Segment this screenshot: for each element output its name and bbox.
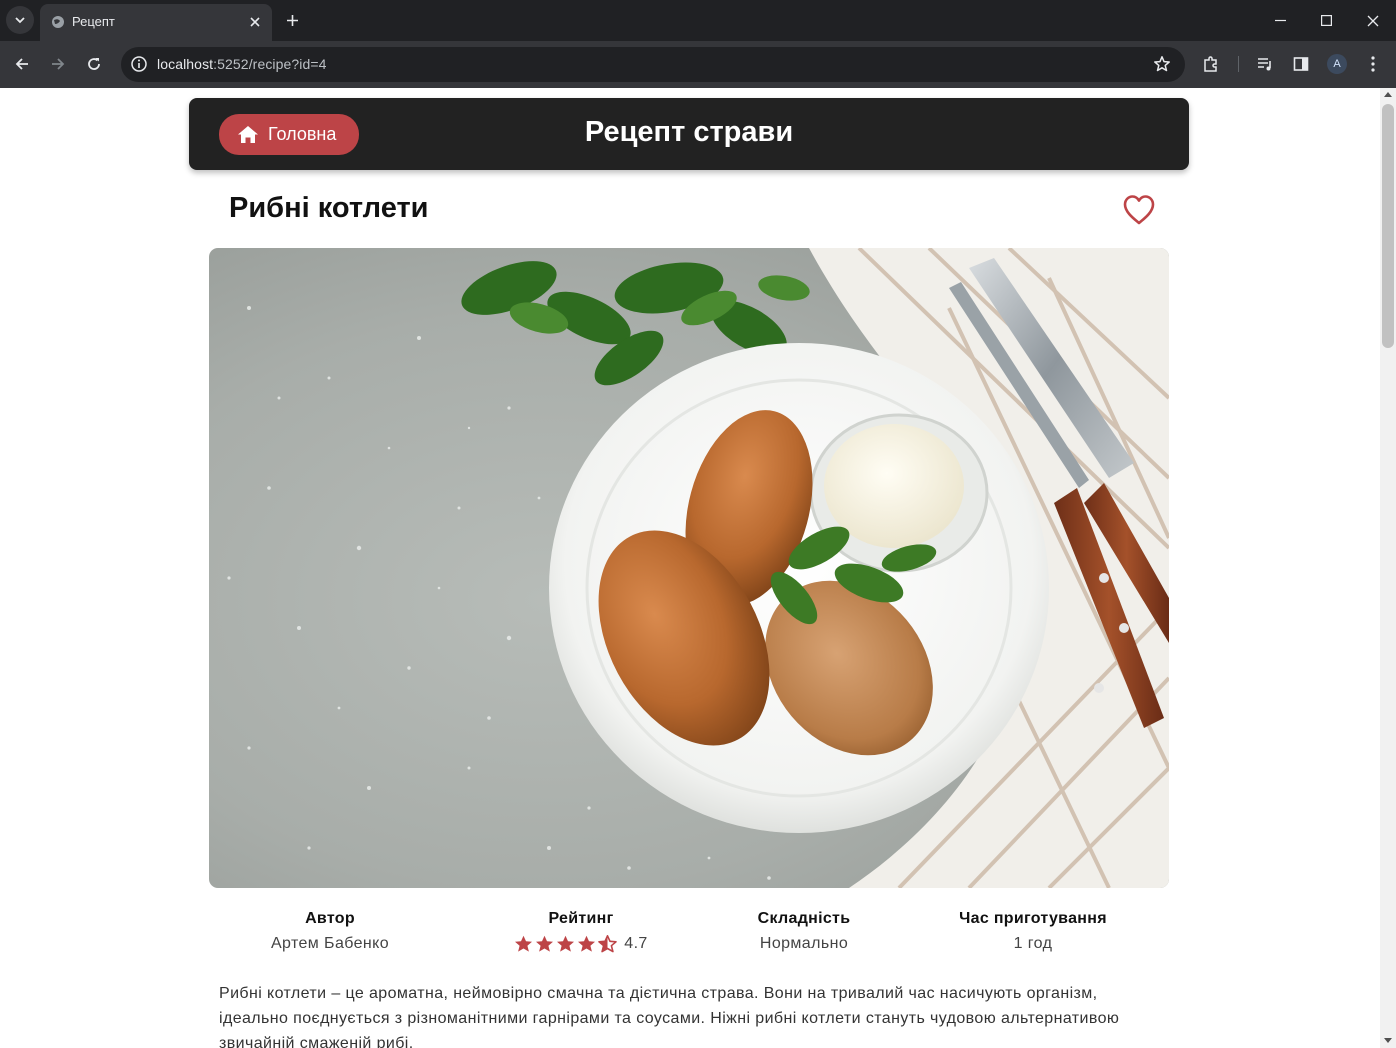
difficulty-value: Нормально	[759, 935, 849, 952]
favorite-button[interactable]	[1122, 194, 1156, 226]
scroll-down-arrow[interactable]	[1384, 1038, 1392, 1043]
header-title: Рецепт страви	[584, 116, 794, 148]
browser-tab-bar: Рецепт	[0, 0, 1396, 41]
maximize-button[interactable]	[1303, 0, 1349, 41]
page-viewport: Головна Рецепт страви Рибні котлети Авто…	[0, 88, 1380, 1048]
rating-number: 4.7	[624, 935, 648, 952]
side-panel-icon	[1293, 57, 1309, 71]
tab-title: Рецепт	[72, 14, 115, 29]
rating-stars	[514, 935, 618, 953]
browser-toolbar: localhost:5252/recipe?id=4 A	[0, 41, 1396, 88]
minimize-button[interactable]	[1257, 0, 1303, 41]
page-scrollbar[interactable]	[1380, 88, 1396, 1048]
address-bar[interactable]: localhost:5252/recipe?id=4	[121, 47, 1185, 82]
more-vert-icon	[1371, 56, 1375, 72]
tab-close-button[interactable]	[246, 13, 264, 31]
heart-outline-icon	[1123, 195, 1155, 225]
tab-search-button[interactable]	[6, 6, 34, 34]
side-panel-button[interactable]	[1290, 53, 1312, 75]
url-path: :5252/recipe?id=4	[213, 56, 327, 72]
arrow-right-icon	[52, 58, 65, 70]
media-control-button[interactable]	[1254, 53, 1276, 75]
site-header: Головна Рецепт страви	[189, 98, 1189, 170]
difficulty-label: Складність	[757, 910, 851, 927]
reload-icon	[88, 58, 100, 70]
minimize-icon	[1274, 19, 1286, 22]
reload-button[interactable]	[80, 50, 108, 78]
browser-tab-active[interactable]: Рецепт	[40, 4, 272, 41]
extensions-button[interactable]	[1200, 53, 1222, 75]
meta-author: Автор Артем Бабенко	[230, 910, 430, 953]
site-info-icon[interactable]	[130, 55, 148, 73]
new-tab-button[interactable]	[282, 10, 302, 30]
recipe-title: Рибні котлети	[229, 192, 429, 224]
star-icon	[536, 935, 554, 952]
author-value: Артем Бабенко	[270, 935, 390, 952]
meta-rating: Рейтинг 4.7	[481, 910, 681, 953]
close-window-button[interactable]	[1350, 0, 1396, 41]
arrow-left-icon	[15, 58, 28, 70]
star-icon	[515, 935, 533, 952]
fish-cutlets-photo	[209, 248, 1169, 888]
maximize-icon	[1320, 15, 1332, 26]
close-icon	[250, 17, 260, 27]
browser-menu-button[interactable]	[1362, 53, 1384, 75]
meta-difficulty: Складність Нормально	[704, 910, 904, 953]
star-icon	[557, 935, 575, 952]
profile-avatar[interactable]: A	[1327, 54, 1347, 74]
globe-icon	[52, 16, 64, 28]
rating-value-row: 4.7	[481, 935, 681, 953]
star-icon	[578, 935, 596, 952]
toolbar-separator	[1238, 56, 1239, 72]
plus-icon	[286, 14, 298, 26]
url-text: localhost:5252/recipe?id=4	[157, 56, 327, 72]
playlist-icon	[1258, 58, 1271, 71]
recipe-image	[209, 248, 1169, 888]
bookmark-star-icon[interactable]	[1153, 55, 1171, 73]
star-half-icon	[598, 935, 618, 953]
close-icon	[1367, 15, 1379, 26]
recipe-description: Рибні котлети – це ароматна, неймовірно …	[219, 985, 1120, 1048]
forward-button[interactable]	[44, 50, 72, 78]
url-host: localhost	[157, 56, 214, 72]
rating-label: Рейтинг	[548, 910, 614, 927]
chevron-down-icon	[15, 17, 25, 24]
cooking-time-value: 1 год	[1013, 935, 1053, 952]
meta-cooking-time: Час приготування 1 год	[922, 910, 1144, 953]
scroll-thumb[interactable]	[1382, 104, 1394, 348]
puzzle-icon	[1204, 56, 1217, 72]
back-button[interactable]	[8, 50, 36, 78]
cooking-time-label: Час приготування	[959, 910, 1107, 927]
scroll-up-arrow[interactable]	[1384, 92, 1392, 97]
author-label: Автор	[305, 910, 355, 927]
